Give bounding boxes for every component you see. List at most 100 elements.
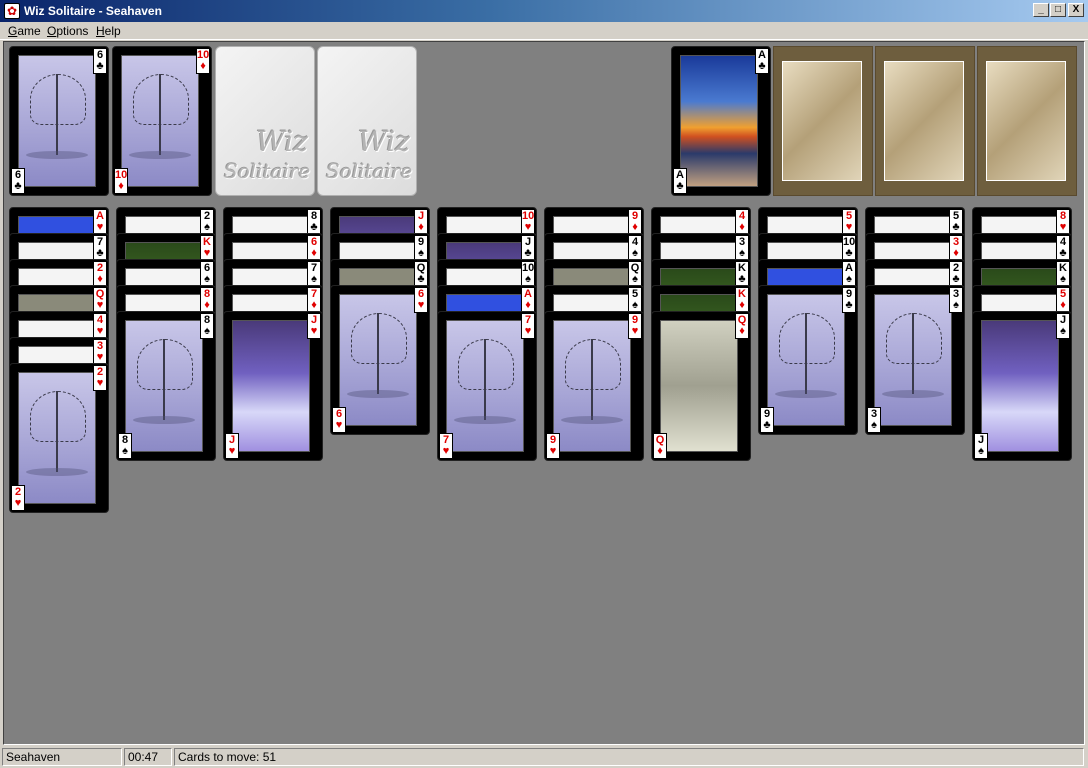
card-suit-icon: ♦ [118,180,124,192]
card-index-top: 5 ♠ [628,287,642,313]
menu-game[interactable]: Game [8,24,41,38]
card-suit-icon: ♣ [96,247,104,259]
card-suit-icon: ♦ [953,247,959,259]
status-timer: 00:47 [124,748,172,766]
card-index-top: Q ♦ [735,313,749,339]
card-index-bottom: 9 ♥ [546,433,560,459]
card-suit-icon: ♥ [96,377,104,389]
card-suit-icon: ♣ [758,60,766,72]
freecell-card-2[interactable]: 10 ♦ 10 ♦ [112,46,212,196]
card-suit-icon: ♦ [657,445,663,457]
card-suit-icon: ♠ [204,221,210,233]
card-art-path [660,320,738,452]
card-index-top: 2 ♠ [200,209,214,235]
card-index-top: 6 ♠ [200,261,214,287]
card-suit-icon: ♥ [524,221,532,233]
card-index-top: 7 ♦ [307,287,321,313]
tableau-card[interactable]: 9 ♥ 9 ♥ [544,311,644,461]
card-suit-icon: ♠ [739,247,745,259]
card-suit-icon: ♠ [978,445,984,457]
tableau-card[interactable]: 3♠ 3♠ [865,285,965,435]
card-suit-icon: ♦ [97,273,103,285]
card-index-bottom: J ♠ [974,433,988,459]
foundation-empty-4[interactable] [977,46,1077,196]
card-index-bottom: A ♣ [673,168,687,194]
tableau-card[interactable]: Q ♦ Q ♦ [651,311,751,461]
card-suit-icon: ♣ [1059,247,1067,259]
foundation-placeholder-image [986,61,1066,181]
card-art-tree [18,55,96,187]
card-index-top: 3 ♠ [949,287,963,313]
card-index-top: 8 ♠ [200,313,214,339]
card-index-bottom: 6 ♣ [11,168,25,194]
card-index-top: Q ♥ [93,287,107,313]
card-index-top: 7 ♥ [521,313,535,339]
tree-image [26,391,88,476]
card-index-bottom: Q ♦ [653,433,667,459]
menu-help[interactable]: Help [96,24,121,38]
card-index-top: 8 ♣ [307,209,321,235]
wiz-logo-text: Wiz [358,125,410,158]
minimize-button[interactable]: _ [1033,3,1049,17]
card-suit-icon: ♥ [335,419,343,431]
tableau-card[interactable]: 9 ♣ 9 ♣ [758,285,858,435]
maximize-button[interactable]: □ [1050,3,1066,17]
card-index-top: 5 ♥ [842,209,856,235]
freecell-empty-4[interactable]: Wiz Solitaire [317,46,417,196]
app-icon[interactable]: ✿ [4,3,20,19]
card-index-top: 9 ♠ [414,235,428,261]
tableau-card[interactable]: 6 ♥ 6 ♥ [330,285,430,435]
card-suit-icon: ♥ [96,325,104,337]
card-suit-icon: ♥ [845,221,853,233]
tableau-card[interactable]: J ♥ J ♥ [223,311,323,461]
card-suit-icon: ♣ [14,180,22,192]
foundation-empty-3[interactable] [875,46,975,196]
card-index-top: J ♥ [307,313,321,339]
card-art-tree [18,372,96,504]
wiz-logo-text: Wiz [256,125,308,158]
game-board[interactable]: 6 ♣ 6 ♣ 10 ♦ 10 ♦ Wiz Solitaire Wiz Solitaire A ♣ A ♣ A ♥… [3,41,1085,745]
card-suit-icon: ♠ [122,445,128,457]
tree-image [26,74,88,159]
card-index-top: J ♣ [521,235,535,261]
card-index-top: 9 ♣ [842,287,856,313]
foundation-card-1[interactable]: A ♣ A ♣ [671,46,771,196]
card-index-top: 10 ♥ [521,209,535,235]
card-art-tree [553,320,631,452]
tree-image [561,339,623,424]
card-suit-icon: ♦ [418,221,424,233]
menu-bar: Game Options Help [0,22,1088,40]
freecell-card-1[interactable]: 6 ♣ 6 ♣ [9,46,109,196]
card-suit-icon: ♣ [763,419,771,431]
card-suit-icon: ♥ [203,247,211,259]
card-art-snow [981,320,1059,452]
card-suit-icon: ♠ [418,247,424,259]
card-index-top: 6 ♣ [93,48,107,74]
card-suit-icon: ♥ [1059,221,1067,233]
tableau-card[interactable]: 2 ♥ 2 ♥ [9,363,109,513]
tableau-card[interactable]: J ♠ J ♠ [972,311,1072,461]
foundation-empty-2[interactable] [773,46,873,196]
card-index-top: 9 ♥ [628,313,642,339]
card-suit-icon: ♥ [14,497,22,509]
tableau-card[interactable]: 8 ♠ 8 ♠ [116,311,216,461]
card-suit-icon: ♠ [1060,273,1066,285]
solitaire-logo-text: Solitaire [224,159,311,183]
freecell-empty-3[interactable]: Wiz Solitaire [215,46,315,196]
card-suit-icon: ♥ [549,445,557,457]
card-suit-icon: ♠ [846,273,852,285]
tree-image [133,339,195,424]
card-suit-icon: ♣ [952,221,960,233]
card-index-bottom: 9 ♣ [760,407,774,433]
card-suit-icon: ♠ [632,299,638,311]
card-suit-icon: ♥ [96,351,104,363]
card-index-top: 5 ♣ [949,209,963,235]
close-button[interactable]: X [1068,3,1084,17]
menu-options[interactable]: Options [47,24,88,38]
card-index-top: 3 ♦ [949,235,963,261]
card-suit-icon: ♠ [953,299,959,311]
card-suit-icon: ♣ [417,273,425,285]
tableau-card[interactable]: 7 ♥ 7 ♥ [437,311,537,461]
card-art-tree [446,320,524,452]
window-title: Wiz Solitaire - Seahaven [24,4,162,18]
